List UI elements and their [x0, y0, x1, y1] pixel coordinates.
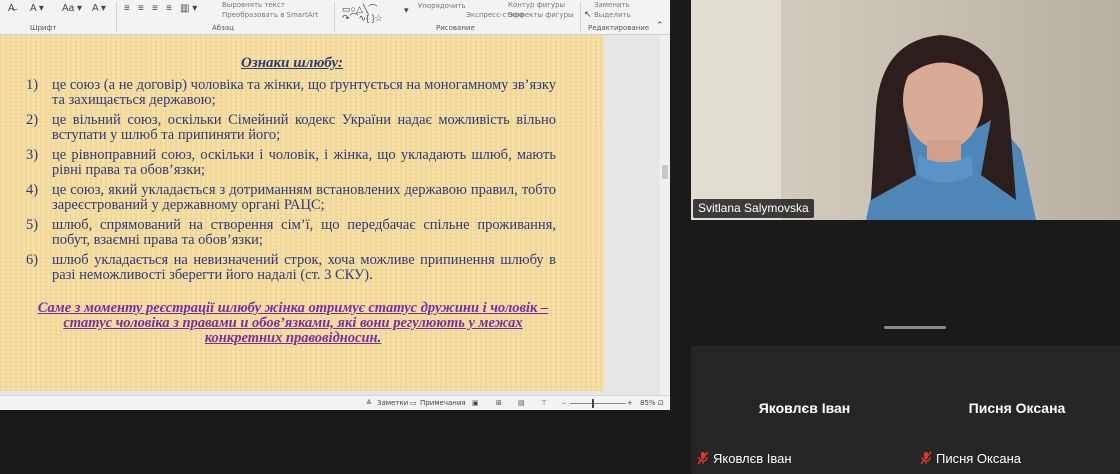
neck	[927, 140, 961, 162]
zoom-slider[interactable]	[570, 403, 626, 404]
scrollbar-thumb[interactable]	[662, 165, 668, 179]
collapse-ribbon-icon[interactable]: ⌃	[656, 20, 664, 31]
ribbon-group-drawing: Рисование	[436, 24, 475, 32]
footer-note-text: Саме з моменту реєстрації шлюбу жінка от…	[37, 300, 549, 346]
align-right-icon[interactable]: ≡	[152, 3, 158, 14]
zoom-slider-handle[interactable]	[592, 399, 594, 408]
participant-name: Яковлєв Іван	[713, 451, 792, 466]
status-bar: ≙ Заметки ▭ Примечания ▣ ⊞ ▤ ⊤ – + 85% ⊡	[0, 395, 670, 410]
speaker-name-tag: Svitlana Salymovska	[693, 199, 814, 218]
list-item-number: 6)	[26, 252, 39, 268]
speaker-video	[691, 0, 1120, 220]
list-item: 3) це рівноправний союз, оскільки і чоло…	[26, 148, 556, 178]
list-item-text: це союз, який укладається з дотриманням …	[52, 182, 556, 213]
slide: Ознаки шлюбу: 1) це союз (а не договір) …	[0, 35, 604, 391]
select-icon: ↖	[584, 9, 592, 19]
participant-label: Писня Оксана	[920, 451, 1021, 468]
list-item-number: 5)	[26, 217, 39, 233]
participant-display-name: Писня Оксана	[968, 400, 1066, 416]
notes-icon[interactable]: ≙	[366, 399, 372, 407]
list-item-text: це союз (а не договір) чоловіка та жінки…	[52, 77, 556, 108]
columns-icon[interactable]: ▥ ▾	[180, 3, 197, 14]
list-item: 4) це союз, який укладається з дотриманн…	[26, 183, 556, 213]
highlight-icon[interactable]: Aa ▾	[62, 3, 82, 14]
replace-button[interactable]: Заменить	[594, 1, 630, 9]
list-item-number: 3)	[26, 147, 39, 163]
list-item-text: це вільний союз, оскільки Сімейний кодек…	[52, 112, 556, 143]
shapes-gallery-icon[interactable]: ↷⌒∿{ }☆	[342, 11, 383, 24]
slide-editor: Ознаки шлюбу: 1) це союз (а не договір) …	[0, 35, 660, 395]
list-item: 1) це союз (а не договір) чоловіка та жі…	[26, 78, 556, 108]
align-center-icon[interactable]: ≡	[138, 3, 144, 14]
ribbon: A̶ A ▾ Aa ▾ A ▾ Шрифт ≡ ≡ ≡ ≡ ▥ ▾ Выровн…	[0, 0, 670, 35]
slide-title: Ознаки шлюбу:	[241, 55, 343, 71]
list-item-number: 4)	[26, 182, 39, 198]
shape-outline-button[interactable]: Контур фигуры	[508, 1, 565, 9]
smartart-button[interactable]: Преобразовать в SmartArt	[222, 11, 318, 19]
participant-tile[interactable]: Яковлєв Іван Яковлєв Іван	[691, 346, 918, 474]
list-item-text: це рівноправний союз, оскільки і чоловік…	[52, 147, 556, 178]
arrange-button[interactable]: Упорядочить	[418, 2, 466, 10]
ribbon-group-editing: Редактирование	[588, 24, 650, 32]
list-item: 6) шлюб укладається на невизначений стро…	[26, 253, 556, 283]
zoom-in-button[interactable]: +	[627, 399, 633, 407]
fit-to-window-icon[interactable]: ⊡	[658, 399, 664, 407]
slideshow-icon[interactable]: ⊤	[541, 399, 547, 407]
ribbon-separator	[580, 2, 581, 32]
participant-display-name: Яковлєв Іван	[758, 400, 851, 416]
clear-format-icon[interactable]: A̶	[8, 3, 15, 14]
slide-sorter-icon[interactable]: ⊞	[496, 399, 502, 407]
list-item-text: шлюб укладається на невизначений строк, …	[52, 252, 556, 283]
justify-icon[interactable]: ≡	[166, 3, 172, 14]
ribbon-group-paragraph: Абзац	[212, 24, 234, 32]
list-item: 2) це вільний союз, оскільки Сімейний ко…	[26, 113, 556, 143]
mic-muted-icon	[697, 451, 709, 468]
mic-muted-icon	[920, 451, 932, 468]
gallery-resize-handle[interactable]	[884, 326, 946, 329]
notes-button[interactable]: Заметки	[377, 399, 408, 407]
font-color-icon[interactable]: A ▾	[30, 3, 44, 14]
list-item-text: шлюб, спрямований на створення сім’ї, що…	[52, 217, 556, 248]
align-text-button[interactable]: Выровнять текст	[222, 1, 285, 9]
zoom-level[interactable]: 85%	[640, 399, 656, 407]
gallery-more-icon[interactable]: ▾	[404, 5, 409, 16]
comments-icon[interactable]: ▭	[410, 399, 417, 407]
ribbon-group-font: Шрифт	[30, 24, 57, 32]
footer-note-tail: .	[377, 330, 382, 346]
shape-effects-button[interactable]: Эффекты фигуры	[508, 11, 574, 19]
ribbon-separator	[334, 2, 335, 32]
vertical-scrollbar[interactable]	[660, 35, 670, 395]
comments-button[interactable]: Примечания	[420, 399, 466, 407]
zoom-out-button[interactable]: –	[562, 399, 566, 407]
participant-label: Яковлєв Іван	[697, 451, 792, 468]
list-item: 5) шлюб, спрямований на створення сім’ї,…	[26, 218, 556, 248]
list-item-number: 2)	[26, 112, 39, 128]
shared-screen: A̶ A ▾ Aa ▾ A ▾ Шрифт ≡ ≡ ≡ ≡ ▥ ▾ Выровн…	[0, 0, 670, 410]
reading-view-icon[interactable]: ▤	[518, 399, 525, 407]
speaker-video-frame	[691, 0, 1120, 220]
participant-tile[interactable]: Писня Оксана Писня Оксана	[914, 346, 1120, 474]
text-color-icon[interactable]: A ▾	[92, 3, 106, 14]
list-item-number: 1)	[26, 77, 39, 93]
align-left-icon[interactable]: ≡	[124, 3, 130, 14]
participant-name: Писня Оксана	[936, 451, 1022, 466]
normal-view-icon[interactable]: ▣	[472, 399, 479, 407]
ribbon-separator	[116, 2, 117, 32]
slide-footer-note: Саме з моменту реєстрації шлюбу жінка от…	[28, 301, 558, 346]
select-button[interactable]: Выделить	[594, 11, 631, 19]
